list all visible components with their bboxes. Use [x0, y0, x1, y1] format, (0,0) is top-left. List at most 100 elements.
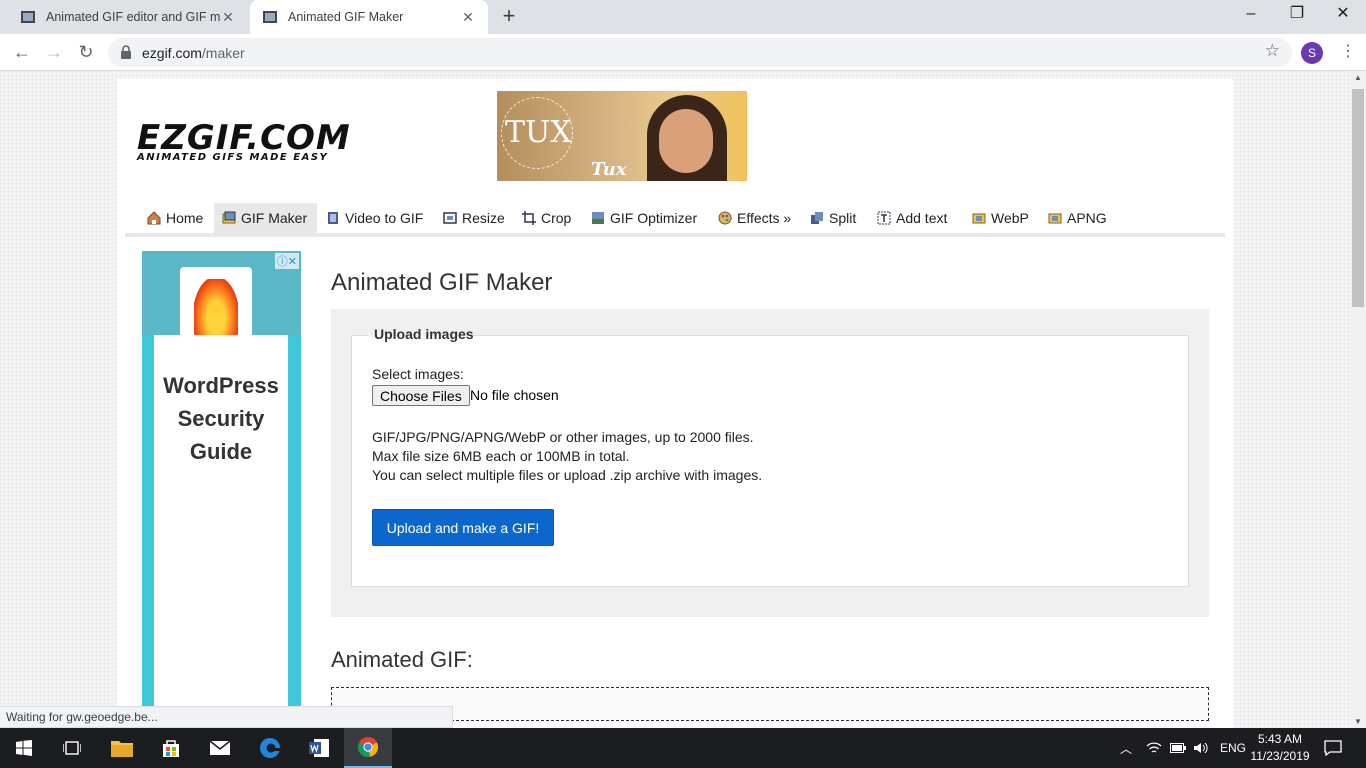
- menu-video-to-gif[interactable]: Video to GIF: [318, 203, 433, 233]
- forward-icon[interactable]: →: [42, 40, 66, 64]
- battery-icon[interactable]: [1170, 728, 1186, 768]
- menu-webp[interactable]: WebP: [964, 203, 1039, 233]
- ad-script-text: Tux: [591, 159, 627, 180]
- info-line: GIF/JPG/PNG/APNG/WebP or other images, u…: [372, 429, 754, 445]
- tab-gif-maker[interactable]: Animated GIF Maker ✕: [250, 0, 488, 34]
- lock-icon: [121, 45, 131, 59]
- upload-fieldset: Upload images Select images: Choose File…: [351, 326, 1189, 587]
- close-tab-icon[interactable]: ✕: [220, 9, 236, 26]
- ad-brand-text: TUX: [505, 115, 572, 150]
- animated-gif-heading: Animated GIF:: [331, 647, 473, 672]
- animated-gif-output-box: [331, 687, 1209, 721]
- ad-choices-close-icon[interactable]: ⓘ✕: [274, 253, 299, 269]
- new-tab-icon[interactable]: +: [498, 5, 520, 28]
- url-text[interactable]: ezgif.com/maker: [142, 45, 245, 61]
- tab-title: Animated GIF Maker: [288, 10, 404, 24]
- film-icon: [328, 212, 338, 224]
- tab-gif-editor[interactable]: Animated GIF editor and GIF mak ✕: [8, 0, 248, 34]
- language-indicator[interactable]: ENG: [1220, 728, 1246, 768]
- task-view-icon[interactable]: [48, 728, 96, 768]
- menu-label: Resize: [462, 210, 505, 226]
- chrome-icon[interactable]: [344, 728, 392, 768]
- menu-split[interactable]: Split: [802, 203, 866, 233]
- menu-label: Home: [166, 210, 204, 226]
- file-explorer-icon[interactable]: [98, 728, 146, 768]
- edge-logo-icon: [260, 738, 281, 758]
- main-menu: Home GIF Maker Video to GIF Resize Crop …: [125, 197, 1225, 237]
- speaker-icon: [1194, 742, 1208, 754]
- page-title: Animated GIF Maker: [331, 269, 553, 296]
- edge-icon[interactable]: [246, 728, 294, 768]
- menu-label: Split: [829, 210, 857, 226]
- page-container: EZGIF.COM ANIMATED GIFS MADE EASY TUX Tu…: [117, 79, 1233, 728]
- url-host: ezgif.com: [142, 45, 202, 61]
- optimizer-icon: [592, 212, 604, 224]
- upload-make-gif-button[interactable]: Upload and make a GIF!: [372, 509, 554, 546]
- word-icon[interactable]: [295, 728, 343, 768]
- select-images-label: Select images:: [372, 366, 464, 382]
- minimize-icon[interactable]: –: [1228, 0, 1274, 30]
- menu-effects[interactable]: Effects »: [710, 203, 801, 233]
- browser-tab-strip: Animated GIF editor and GIF mak ✕ Animat…: [0, 0, 1366, 34]
- ad-model-face: [659, 109, 713, 173]
- folder-icon: [111, 741, 133, 757]
- bookmark-star-icon[interactable]: ☆: [1265, 41, 1280, 61]
- store-icon[interactable]: [147, 728, 195, 768]
- address-bar[interactable]: ezgif.com/maker ☆: [108, 38, 1292, 67]
- crop-icon: [522, 211, 536, 225]
- menu-crop[interactable]: Crop: [514, 203, 581, 233]
- scroll-thumb[interactable]: [1352, 89, 1364, 307]
- browser-toolbar: ← → ↻ ezgif.com/maker ☆ S ⋮: [0, 34, 1366, 71]
- resize-icon: [443, 212, 457, 224]
- action-center-icon[interactable]: [1324, 728, 1342, 768]
- menu-label: APNG: [1067, 210, 1107, 226]
- windows-logo-icon: [16, 740, 32, 756]
- menu-resize[interactable]: Resize: [435, 203, 515, 233]
- start-icon[interactable]: [0, 728, 48, 768]
- scroll-down-icon[interactable]: ▼: [1354, 717, 1362, 726]
- effects-palette-icon: [718, 211, 732, 225]
- ad-headline: WordPress Security Guide: [163, 373, 279, 464]
- close-tab-icon[interactable]: ✕: [460, 9, 476, 26]
- add-text-icon: [877, 211, 891, 225]
- logo-main-text: EZGIF.COM: [137, 118, 351, 158]
- word-logo-icon: [309, 739, 329, 757]
- browser-menu-icon[interactable]: ⋮: [1340, 41, 1356, 61]
- menu-label: Video to GIF: [345, 210, 424, 226]
- window-close-icon[interactable]: ✕: [1320, 0, 1366, 30]
- envelope-icon: [209, 740, 231, 755]
- menu-gif-optimizer[interactable]: GIF Optimizer: [583, 203, 707, 233]
- home-icon: [147, 211, 161, 225]
- sidebar-ad[interactable]: ⓘ✕ WordPress Security Guide: [142, 251, 301, 728]
- network-icon[interactable]: [1146, 728, 1162, 768]
- choose-files-button[interactable]: Choose Files: [372, 385, 470, 406]
- menu-apng[interactable]: APNG: [1040, 203, 1117, 233]
- menu-label: WebP: [991, 210, 1029, 226]
- ezgif-favicon-icon: [263, 11, 277, 23]
- logo-tagline: ANIMATED GIFS MADE EASY: [137, 152, 329, 163]
- mail-icon[interactable]: [196, 728, 244, 768]
- info-line: Max file size 6MB each or 100MB in total…: [372, 448, 630, 464]
- volume-icon[interactable]: [1193, 728, 1209, 768]
- fire-icon: [194, 279, 238, 335]
- back-icon[interactable]: ←: [10, 40, 34, 64]
- system-clock[interactable]: 5:43 AM 11/23/2019: [1248, 731, 1312, 765]
- profile-avatar[interactable]: S: [1301, 42, 1323, 64]
- notification-icon: [1324, 740, 1342, 756]
- menu-home[interactable]: Home: [139, 203, 213, 233]
- page-scrollbar[interactable]: ▲ ▼: [1350, 71, 1366, 728]
- ezgif-logo[interactable]: EZGIF.COM ANIMATED GIFS MADE EASY: [137, 121, 351, 163]
- menu-add-text[interactable]: Add text: [869, 203, 957, 233]
- reload-icon[interactable]: ↻: [74, 40, 98, 64]
- upload-legend: Upload images: [374, 326, 474, 342]
- menu-gif-maker[interactable]: GIF Maker: [214, 203, 318, 233]
- show-hidden-icons-icon[interactable]: ︿: [1120, 728, 1132, 768]
- restore-icon[interactable]: ❐: [1274, 0, 1320, 30]
- scroll-up-icon[interactable]: ▲: [1354, 73, 1362, 82]
- main-content: Animated GIF Maker Upload images Select …: [331, 251, 1211, 721]
- top-banner-ad[interactable]: TUX Tux: [497, 91, 747, 181]
- battery-glyph: [1170, 743, 1186, 753]
- tab-title: Animated GIF editor and GIF mak: [46, 10, 220, 24]
- split-icon: [811, 212, 823, 224]
- page-viewport: EZGIF.COM ANIMATED GIFS MADE EASY TUX Tu…: [0, 71, 1350, 728]
